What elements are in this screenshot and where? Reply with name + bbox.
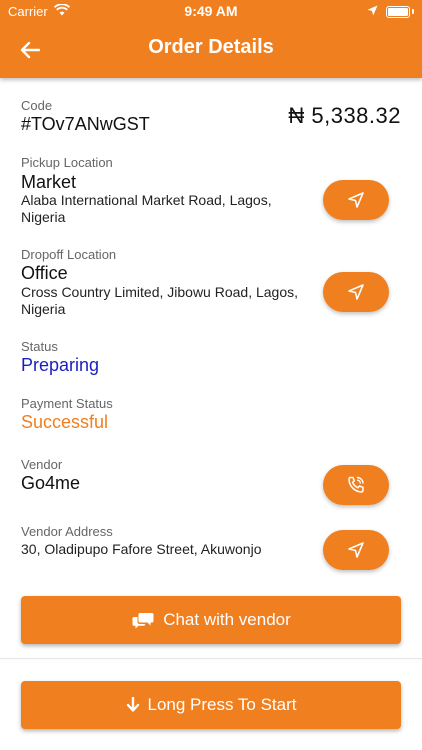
pickup-address: Alaba International Market Road, Lagos, …	[21, 192, 272, 225]
footer-divider	[0, 658, 422, 659]
call-vendor-button[interactable]	[323, 465, 389, 505]
dropoff-navigate-button[interactable]	[323, 272, 389, 312]
battery-icon	[386, 5, 410, 18]
chat-with-vendor-button[interactable]: Chat with vendor	[21, 596, 401, 644]
vendor-address-label: Vendor Address	[21, 524, 113, 539]
pickup-name: Market	[21, 172, 77, 192]
dropoff-label: Dropoff Location	[21, 247, 117, 262]
status-label: Status	[21, 339, 58, 354]
phone-icon	[348, 476, 364, 493]
vendor-address: 30, Oladipupo Fafore Street, Akuwonjo	[21, 541, 262, 557]
long-press-start-button[interactable]: Long Press To Start	[21, 681, 401, 729]
chat-icon	[132, 613, 154, 629]
navigate-icon	[348, 542, 364, 558]
order-code: #TOv7ANwGST	[21, 114, 150, 134]
navigate-icon	[348, 192, 364, 208]
pickup-navigate-button[interactable]	[323, 180, 389, 220]
dropoff-address: Cross Country Limited, Jibowu Road, Lago…	[21, 284, 299, 317]
clock: 9:49 AM	[184, 3, 238, 19]
arrow-down-icon	[126, 697, 139, 712]
payment-status-value: Successful	[21, 412, 109, 432]
code-label: Code	[21, 98, 53, 113]
status-value: Preparing	[21, 355, 100, 375]
status-icons	[367, 4, 414, 19]
order-amount: ₦ 5,338.32	[288, 103, 401, 128]
page-title: Order Details	[148, 36, 274, 58]
start-button-label: Long Press To Start	[147, 695, 297, 714]
dropoff-name: Office	[21, 263, 68, 283]
chat-button-label: Chat with vendor	[163, 610, 291, 629]
payment-status-label: Payment Status	[21, 396, 113, 411]
vendor-navigate-button[interactable]	[323, 530, 389, 570]
pickup-label: Pickup Location	[21, 155, 113, 170]
vendor-name: Go4me	[21, 473, 81, 493]
vendor-label: Vendor	[21, 457, 63, 472]
battery-tip	[412, 9, 414, 14]
app-header: Carrier 9:49 AM Order Details	[0, 0, 422, 78]
status-bar: Carrier 9:49 AM	[0, 0, 422, 22]
navigate-icon	[348, 284, 364, 300]
location-arrow-icon	[367, 4, 378, 19]
